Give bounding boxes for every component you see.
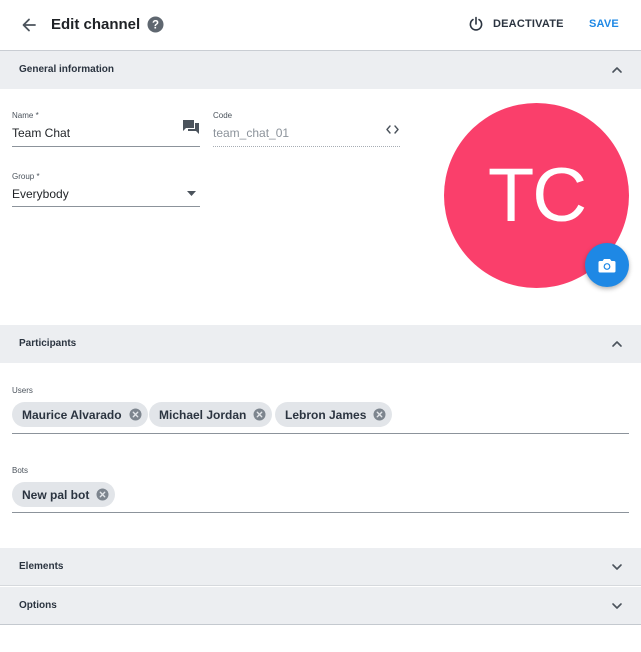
page-title: Edit channel <box>51 16 141 33</box>
section-general-header[interactable]: General information <box>0 51 641 89</box>
close-circle-icon[interactable] <box>129 408 142 421</box>
deactivate-button[interactable]: DEACTIVATE <box>468 14 564 34</box>
help-icon[interactable]: ? <box>147 16 164 33</box>
power-icon <box>469 16 483 31</box>
group-field-underline <box>12 206 200 207</box>
upload-photo-button[interactable] <box>585 243 629 287</box>
user-chip[interactable]: Michael Jordan <box>149 402 273 427</box>
save-button[interactable]: SAVE <box>589 18 619 30</box>
user-chip-label: Lebron James <box>285 407 367 422</box>
section-options-label: Options <box>19 600 57 611</box>
avatar-initials: TC <box>487 153 587 238</box>
close-circle-icon[interactable] <box>373 408 386 421</box>
section-participants-label: Participants <box>19 338 77 349</box>
code-input: team_chat_01 <box>213 126 290 140</box>
code-brackets-icon <box>386 122 399 134</box>
users-field-label: Users <box>12 386 33 395</box>
code-field-label: Code <box>213 111 233 120</box>
code-field-underline <box>213 146 400 147</box>
camera-icon <box>598 258 616 272</box>
user-chip-label: Maurice Alvarado <box>22 407 122 422</box>
chevron-up-icon <box>612 67 622 73</box>
user-chip-label: Michael Jordan <box>159 407 247 422</box>
deactivate-label: DEACTIVATE <box>493 18 564 30</box>
user-chip[interactable]: Lebron James <box>275 402 393 427</box>
back-arrow-icon[interactable] <box>18 14 40 36</box>
name-field-underline <box>12 146 200 147</box>
user-chip[interactable]: Maurice Alvarado <box>12 402 148 427</box>
top-bar: Edit channel ? DEACTIVATE SAVE <box>0 0 641 51</box>
bot-chip-label: New pal bot <box>22 487 90 502</box>
users-field-underline <box>12 433 629 434</box>
group-field-label: Group * <box>12 172 40 181</box>
close-circle-icon[interactable] <box>96 488 109 501</box>
name-field-label: Name * <box>12 111 39 120</box>
bots-field-underline <box>12 512 629 513</box>
bot-chip[interactable]: New pal bot <box>12 482 116 507</box>
bots-field-label: Bots <box>12 466 29 475</box>
chat-bubbles-icon <box>182 119 200 135</box>
dropdown-caret-icon[interactable] <box>187 184 196 196</box>
name-input[interactable]: Team Chat <box>12 126 70 140</box>
section-options-header[interactable]: Options <box>0 587 641 625</box>
section-elements-header[interactable]: Elements <box>0 548 641 586</box>
close-circle-icon[interactable] <box>253 408 266 421</box>
section-participants-header[interactable]: Participants <box>0 325 641 363</box>
chevron-up-icon <box>612 341 622 347</box>
svg-text:?: ? <box>152 20 159 32</box>
section-elements-label: Elements <box>19 561 64 572</box>
chevron-down-icon <box>612 603 622 609</box>
chevron-down-icon <box>612 564 622 570</box>
section-general-label: General information <box>19 64 115 75</box>
group-select[interactable]: Everybody <box>12 187 69 201</box>
